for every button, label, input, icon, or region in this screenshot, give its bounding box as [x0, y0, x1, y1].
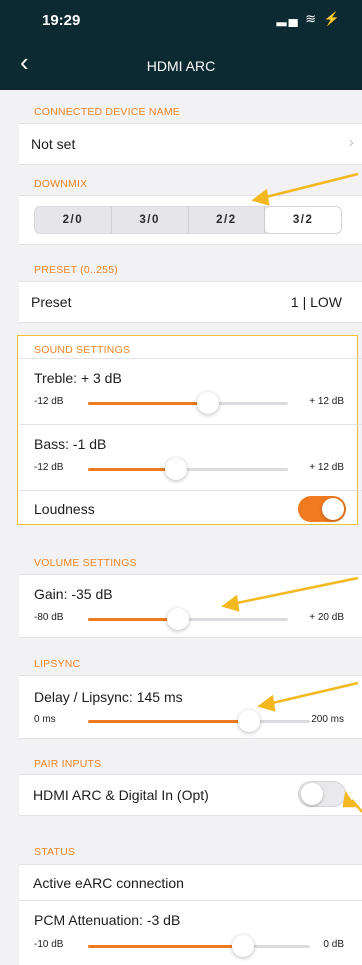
arrow-downmix: [261, 172, 359, 200]
arrow-head-icon: [251, 188, 270, 206]
annotation-arrows: [221, 172, 362, 813]
arrow-head-icon: [257, 694, 276, 712]
arrow-gain: [231, 576, 359, 606]
arrow-head-icon: [221, 594, 240, 612]
arrow-lipsync: [267, 681, 359, 706]
